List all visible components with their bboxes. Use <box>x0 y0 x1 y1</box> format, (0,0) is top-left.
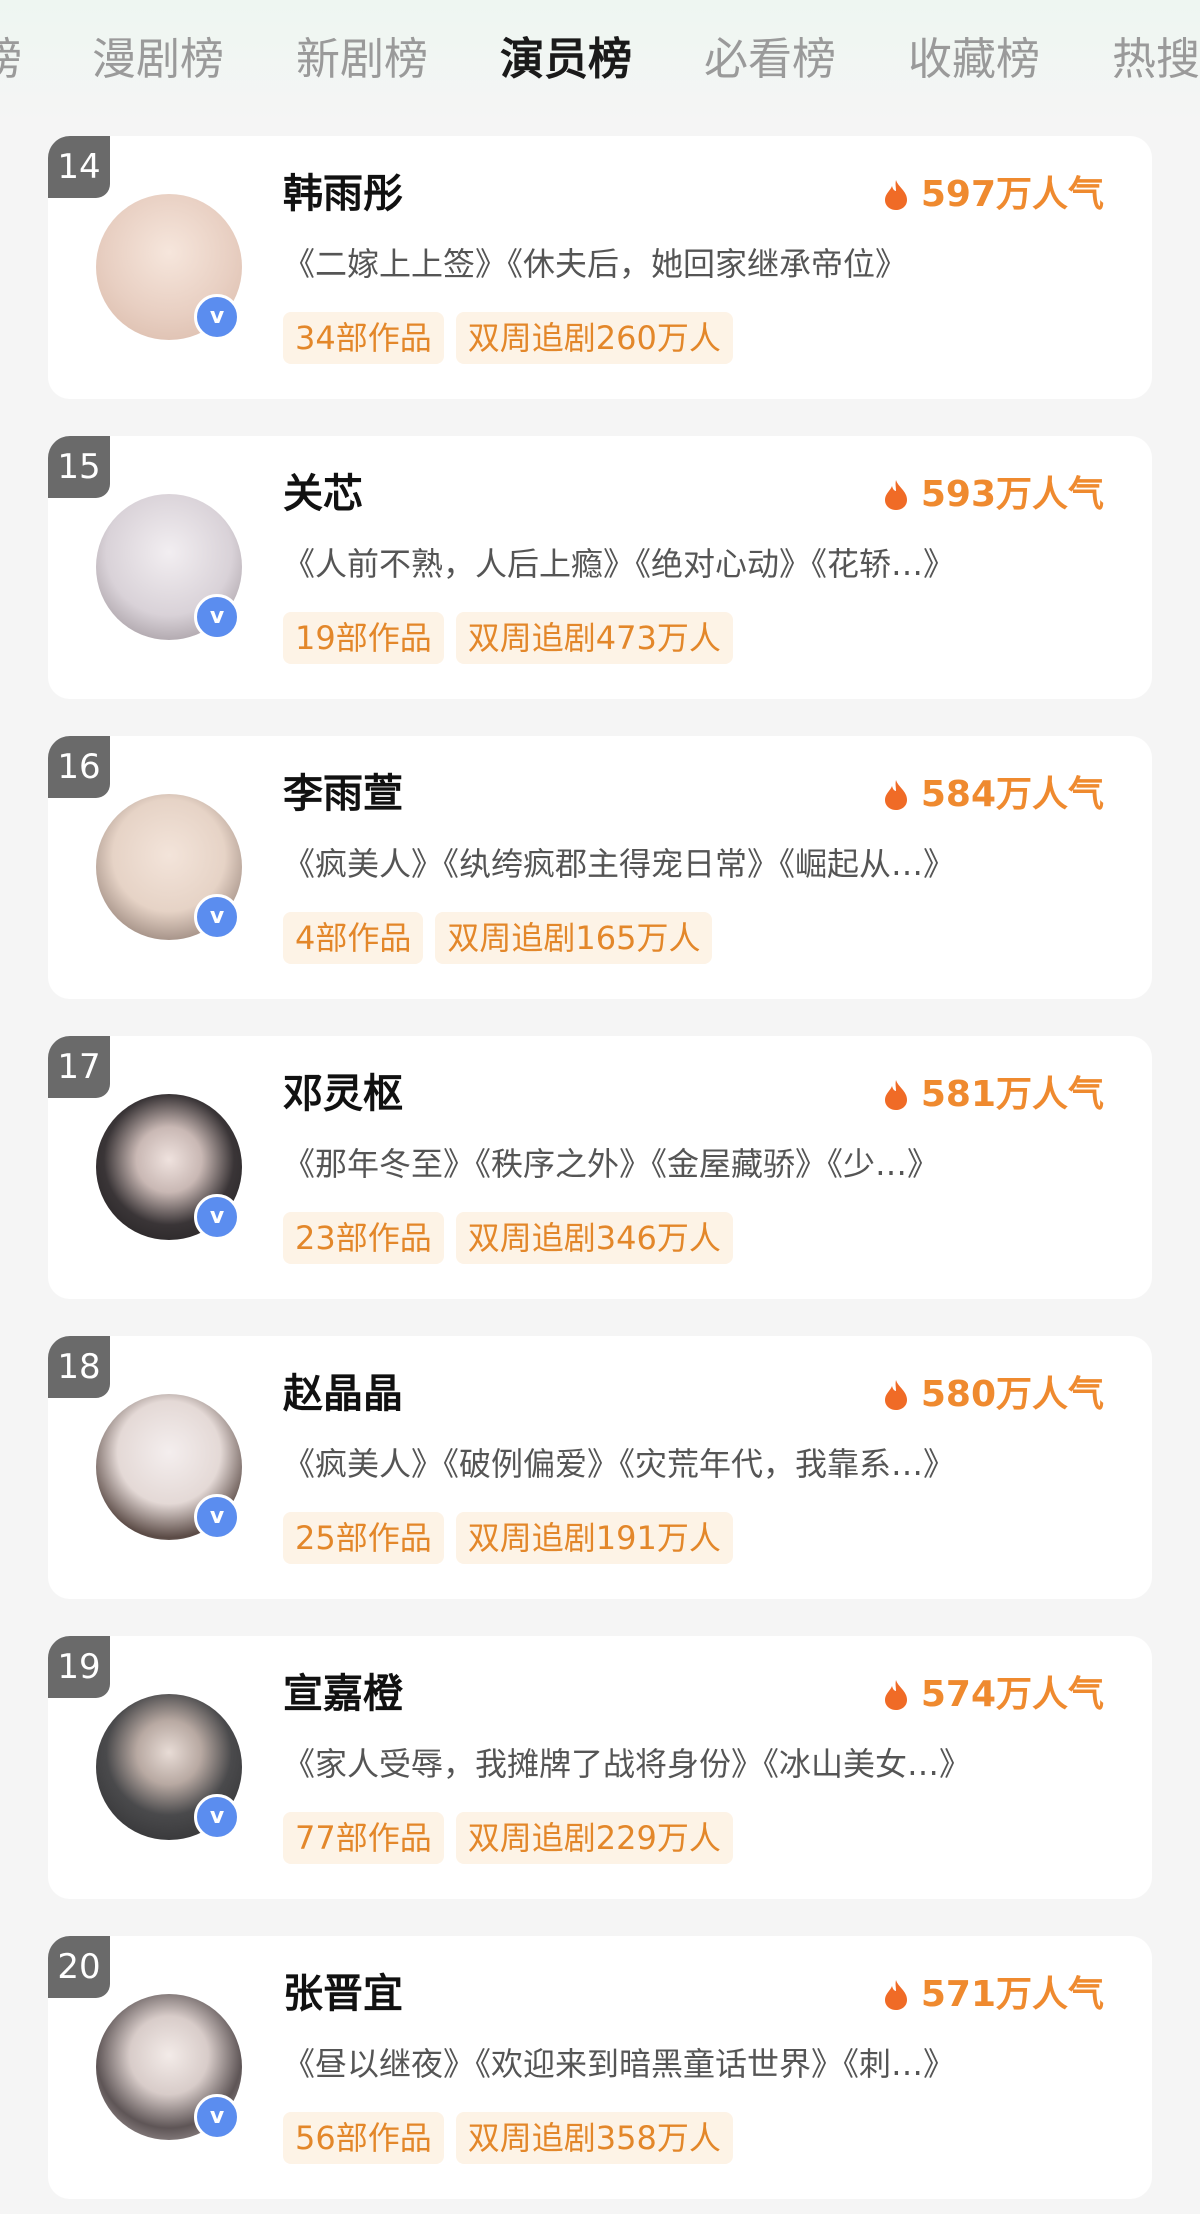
work-count-tag: 25部作品 <box>283 1512 444 1564</box>
followers-tag: 双周追剧191万人 <box>455 1512 733 1564</box>
actor-name: 赵晶晶 <box>283 1371 403 1417</box>
stat-tags: 25部作品 双周追剧191万人 <box>283 1512 733 1564</box>
top-tab-bar: 榜 漫剧榜 新剧榜 演员榜 必看榜 收藏榜 热搜 <box>0 0 1200 122</box>
actor-name: 张晋宜 <box>283 1971 403 2017</box>
popularity-value: 593万人气 <box>920 474 1104 515</box>
popularity: 581万人气 <box>883 1070 1104 1120</box>
verified-badge-icon: v <box>194 1794 240 1840</box>
tab-manju[interactable]: 漫剧榜 <box>92 30 224 90</box>
works-list: 《那年冬至》《秩序之外》《金屋藏骄》《少…》 <box>283 1145 940 1183</box>
popularity-value: 584万人气 <box>920 774 1104 815</box>
stat-tags: 34部作品 双周追剧260万人 <box>283 312 733 364</box>
followers-tag: 双周追剧473万人 <box>455 612 733 664</box>
flame-icon <box>884 480 907 510</box>
actor-name: 韩雨彤 <box>283 171 403 217</box>
popularity-value: 574万人气 <box>920 1674 1104 1715</box>
actor-card[interactable]: 17 v 邓灵枢 581万人气 《那年冬至》《秩序之外》《金屋藏骄》《少…》 2… <box>48 1036 1152 1299</box>
flame-icon <box>884 1380 907 1410</box>
work-count-tag: 34部作品 <box>283 312 444 364</box>
work-count-tag: 4部作品 <box>283 912 424 964</box>
verified-badge-icon: v <box>194 1194 240 1240</box>
work-count-tag: 77部作品 <box>283 1812 444 1864</box>
popularity: 597万人气 <box>883 170 1104 220</box>
rank-badge: 19 <box>48 1636 110 1698</box>
works-list: 《疯美人》《纨绔疯郡主得宠日常》《崛起从…》 <box>283 845 956 883</box>
verified-badge-icon: v <box>194 894 240 940</box>
popularity: 593万人气 <box>883 470 1104 520</box>
tab-new-drama[interactable]: 新剧榜 <box>296 30 428 90</box>
actor-card[interactable]: 18 v 赵晶晶 580万人气 《疯美人》《破例偏爱》《灾荒年代，我靠系…》 2… <box>48 1336 1152 1599</box>
actor-name: 邓灵枢 <box>283 1071 403 1117</box>
followers-tag: 双周追剧260万人 <box>455 312 733 364</box>
followers-tag: 双周追剧229万人 <box>455 1812 733 1864</box>
followers-tag: 双周追剧358万人 <box>455 2112 733 2164</box>
rank-badge: 18 <box>48 1336 110 1398</box>
popularity-value: 580万人气 <box>920 1374 1104 1415</box>
popularity: 574万人气 <box>883 1670 1104 1720</box>
tab-must-watch[interactable]: 必看榜 <box>704 30 836 90</box>
actor-card[interactable]: 14 v 韩雨彤 597万人气 《二嫁上上签》《休夫后，她回家继承帝位》 34部… <box>48 136 1152 399</box>
work-count-tag: 23部作品 <box>283 1212 444 1264</box>
works-list: 《家人受辱，我摊牌了战将身份》《冰山美女…》 <box>283 1745 972 1783</box>
rank-badge: 17 <box>48 1036 110 1098</box>
actor-card[interactable]: 15 v 关芯 593万人气 《人前不熟，人后上瘾》《绝对心动》《花轿…》 19… <box>48 436 1152 699</box>
rank-badge: 16 <box>48 736 110 798</box>
actor-card[interactable]: 16 v 李雨萱 584万人气 《疯美人》《纨绔疯郡主得宠日常》《崛起从…》 4… <box>48 736 1152 999</box>
works-list: 《昼以继夜》《欢迎来到暗黑童话世界》《刺…》 <box>283 2045 956 2083</box>
stat-tags: 56部作品 双周追剧358万人 <box>283 2112 733 2164</box>
flame-icon <box>884 1680 907 1710</box>
work-count-tag: 56部作品 <box>283 2112 444 2164</box>
actor-card[interactable]: 20 v 张晋宜 571万人气 《昼以继夜》《欢迎来到暗黑童话世界》《刺…》 5… <box>48 1936 1152 2199</box>
flame-icon <box>884 1080 907 1110</box>
actor-name: 关芯 <box>283 471 363 517</box>
rank-badge: 20 <box>48 1936 110 1998</box>
verified-badge-icon: v <box>194 2094 240 2140</box>
work-count-tag: 19部作品 <box>283 612 444 664</box>
popularity-value: 571万人气 <box>920 1974 1104 2015</box>
tab-hot-search[interactable]: 热搜 <box>1112 30 1200 90</box>
followers-tag: 双周追剧346万人 <box>455 1212 733 1264</box>
followers-tag: 双周追剧165万人 <box>435 912 713 964</box>
works-list: 《二嫁上上签》《休夫后，她回家继承帝位》 <box>283 245 908 283</box>
flame-icon <box>884 180 907 210</box>
popularity: 584万人气 <box>883 770 1104 820</box>
popularity: 571万人气 <box>883 1970 1104 2020</box>
actor-card[interactable]: 19 v 宣嘉橙 574万人气 《家人受辱，我摊牌了战将身份》《冰山美女…》 7… <box>48 1636 1152 1899</box>
flame-icon <box>884 780 907 810</box>
verified-badge-icon: v <box>194 594 240 640</box>
popularity-value: 581万人气 <box>920 1074 1104 1115</box>
stat-tags: 23部作品 双周追剧346万人 <box>283 1212 733 1264</box>
actor-name: 李雨萱 <box>283 771 403 817</box>
works-list: 《人前不熟，人后上瘾》《绝对心动》《花轿…》 <box>283 545 956 583</box>
tab-actor[interactable]: 演员榜 <box>500 30 632 90</box>
rank-badge: 14 <box>48 136 110 198</box>
stat-tags: 4部作品 双周追剧165万人 <box>283 912 713 964</box>
tab-partial-left[interactable]: 榜 <box>0 30 22 90</box>
stat-tags: 77部作品 双周追剧229万人 <box>283 1812 733 1864</box>
popularity-value: 597万人气 <box>920 174 1104 215</box>
tab-favorites[interactable]: 收藏榜 <box>908 30 1040 90</box>
verified-badge-icon: v <box>194 1494 240 1540</box>
verified-badge-icon: v <box>194 294 240 340</box>
popularity: 580万人气 <box>883 1370 1104 1420</box>
flame-icon <box>884 1980 907 2010</box>
actor-name: 宣嘉橙 <box>283 1671 403 1717</box>
stat-tags: 19部作品 双周追剧473万人 <box>283 612 733 664</box>
rank-badge: 15 <box>48 436 110 498</box>
works-list: 《疯美人》《破例偏爱》《灾荒年代，我靠系…》 <box>283 1445 956 1483</box>
